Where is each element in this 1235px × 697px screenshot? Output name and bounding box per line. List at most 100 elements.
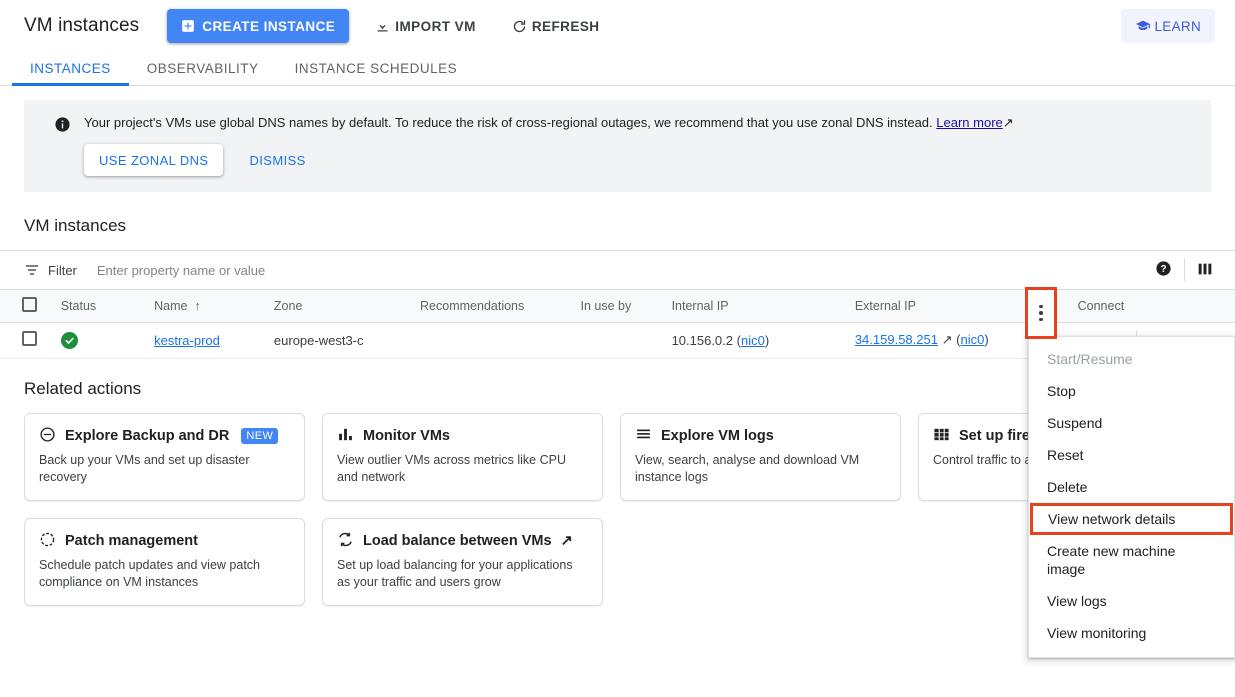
menu-item-delete[interactable]: Delete: [1029, 471, 1234, 503]
use-zonal-dns-button[interactable]: USE ZONAL DNS: [84, 144, 223, 176]
column-header-name-label: Name: [154, 299, 187, 313]
row-context-menu: Start/Resume Stop Suspend Reset Delete V…: [1028, 336, 1235, 658]
column-header-in-use-by[interactable]: In use by: [573, 290, 664, 322]
dismiss-banner-button[interactable]: DISMISS: [237, 144, 317, 176]
card-description: View outlier VMs across metrics like CPU…: [337, 452, 588, 486]
card-monitor-vms[interactable]: Monitor VMs View outlier VMs across metr…: [322, 413, 603, 501]
graduation-cap-icon: [1135, 18, 1151, 34]
refresh-button[interactable]: REFRESH: [502, 9, 610, 43]
card-explore-vm-logs[interactable]: Explore VM logs View, search, analyse an…: [620, 413, 901, 501]
tab-observability[interactable]: OBSERVABILITY: [129, 61, 277, 85]
tab-bar: INSTANCES OBSERVABILITY INSTANCE SCHEDUL…: [0, 52, 1235, 86]
banner-text-row: Your project's VMs use global DNS names …: [84, 114, 1195, 132]
select-all-checkbox[interactable]: [22, 297, 37, 312]
internal-ip-value: 10.156.0.2: [672, 333, 733, 348]
help-button[interactable]: ?: [1143, 260, 1184, 280]
column-display-button[interactable]: [1185, 261, 1225, 280]
learn-button[interactable]: LEARN: [1121, 9, 1215, 43]
column-header-recommendations[interactable]: Recommendations: [412, 290, 573, 322]
row-name-cell: kestra-prod: [146, 322, 266, 358]
external-link-icon: ↗: [561, 533, 573, 549]
more-vert-icon: [1039, 305, 1043, 322]
help-icon: ?: [1155, 260, 1172, 280]
refresh-icon: [512, 19, 527, 34]
row-in-use-by-cell: [573, 322, 664, 358]
external-link-icon: ↗: [1003, 115, 1014, 130]
svg-text:?: ?: [1160, 264, 1166, 275]
backup-dr-icon: [39, 426, 56, 447]
firewall-icon: [933, 426, 950, 447]
create-instance-button[interactable]: CREATE INSTANCE: [167, 9, 349, 43]
card-load-balance-between-vms[interactable]: Load balance between VMs ↗ Set up load b…: [322, 518, 603, 606]
filter-label: Filter: [48, 263, 77, 278]
select-all-header: [0, 290, 53, 322]
column-header-actions: [1199, 290, 1235, 322]
card-description: View, search, analyse and download VM in…: [635, 452, 886, 486]
menu-item-stop[interactable]: Stop: [1029, 375, 1234, 407]
card-patch-management[interactable]: Patch management Schedule patch updates …: [24, 518, 305, 606]
tab-instances[interactable]: INSTANCES: [12, 61, 129, 85]
vm-instances-page: VM instances CREATE INSTANCE IMPORT VM R…: [0, 0, 1235, 697]
column-header-zone[interactable]: Zone: [266, 290, 412, 322]
card-header: Explore VM logs: [635, 426, 886, 447]
card-title: Explore VM logs: [661, 428, 774, 444]
external-nic-wrap: (nic0): [956, 332, 989, 347]
card-description: Back up your VMs and set up disaster rec…: [39, 452, 290, 486]
sort-ascending-icon: ↑: [191, 299, 201, 313]
row-internal-ip-cell: 10.156.0.2 (nic0): [664, 322, 847, 358]
column-header-connect[interactable]: Connect: [1070, 290, 1199, 322]
column-header-internal-ip[interactable]: Internal IP: [664, 290, 847, 322]
download-icon: [375, 19, 390, 34]
internal-nic-wrap: (nic0): [737, 333, 770, 348]
row-zone-cell: europe-west3-c: [266, 322, 412, 358]
banner-learn-more-link[interactable]: Learn more: [936, 115, 1002, 130]
add-box-icon: [181, 19, 195, 33]
menu-item-view-logs[interactable]: View logs: [1029, 585, 1234, 617]
new-badge: NEW: [241, 428, 278, 444]
card-title: Patch management: [65, 533, 198, 549]
logs-icon: [635, 426, 652, 447]
load-balance-icon: [337, 531, 354, 552]
column-header-status[interactable]: Status: [53, 290, 146, 322]
instance-name-link[interactable]: kestra-prod: [154, 333, 220, 348]
card-header: Load balance between VMs ↗: [337, 531, 588, 552]
menu-item-reset[interactable]: Reset: [1029, 439, 1234, 471]
dns-notice-banner: Your project's VMs use global DNS names …: [24, 100, 1211, 192]
external-ip-link[interactable]: 34.159.58.251: [855, 332, 938, 347]
filter-bar: Filter ?: [0, 250, 1235, 290]
row-recommendations-cell: [412, 322, 573, 358]
menu-item-view-network-details[interactable]: View network details: [1030, 503, 1233, 535]
card-title: Monitor VMs: [363, 428, 450, 444]
row-checkbox[interactable]: [22, 331, 37, 346]
info-icon: [40, 114, 84, 176]
filter-input[interactable]: [95, 262, 1143, 279]
row-status-cell: [53, 322, 146, 358]
learn-label: LEARN: [1154, 19, 1201, 34]
column-display-icon: [1197, 261, 1213, 280]
banner-actions: USE ZONAL DNS DISMISS: [84, 144, 1195, 176]
column-header-name[interactable]: Name ↑: [146, 290, 266, 322]
external-link-icon: ↗: [942, 332, 953, 347]
status-running-icon: [61, 332, 78, 349]
import-vm-label: IMPORT VM: [395, 19, 476, 34]
card-title: Load balance between VMs: [363, 533, 552, 549]
tab-instance-schedules[interactable]: INSTANCE SCHEDULES: [277, 61, 476, 85]
card-header: Explore Backup and DR NEW: [39, 426, 290, 447]
menu-item-suspend[interactable]: Suspend: [1029, 407, 1234, 439]
menu-item-create-new-machine-image[interactable]: Create new machine image: [1029, 535, 1234, 585]
bar-chart-icon: [337, 426, 354, 447]
banner-message: Your project's VMs use global DNS names …: [84, 115, 933, 130]
filter-icon: [24, 262, 40, 278]
card-explore-backup-and-dr[interactable]: Explore Backup and DR NEW Back up your V…: [24, 413, 305, 501]
refresh-label: REFRESH: [532, 19, 600, 34]
external-nic-link[interactable]: nic0: [960, 332, 984, 347]
card-header: Patch management: [39, 531, 290, 552]
banner-body: Your project's VMs use global DNS names …: [84, 114, 1195, 176]
internal-nic-link[interactable]: nic0: [741, 333, 765, 348]
menu-item-view-monitoring[interactable]: View monitoring: [1029, 617, 1234, 649]
row-actions-menu-button[interactable]: [1025, 287, 1057, 339]
card-description: Set up load balancing for your applicati…: [337, 557, 588, 591]
row-select-cell: [0, 322, 53, 358]
page-header: VM instances CREATE INSTANCE IMPORT VM R…: [0, 0, 1235, 52]
import-vm-button[interactable]: IMPORT VM: [365, 9, 486, 43]
